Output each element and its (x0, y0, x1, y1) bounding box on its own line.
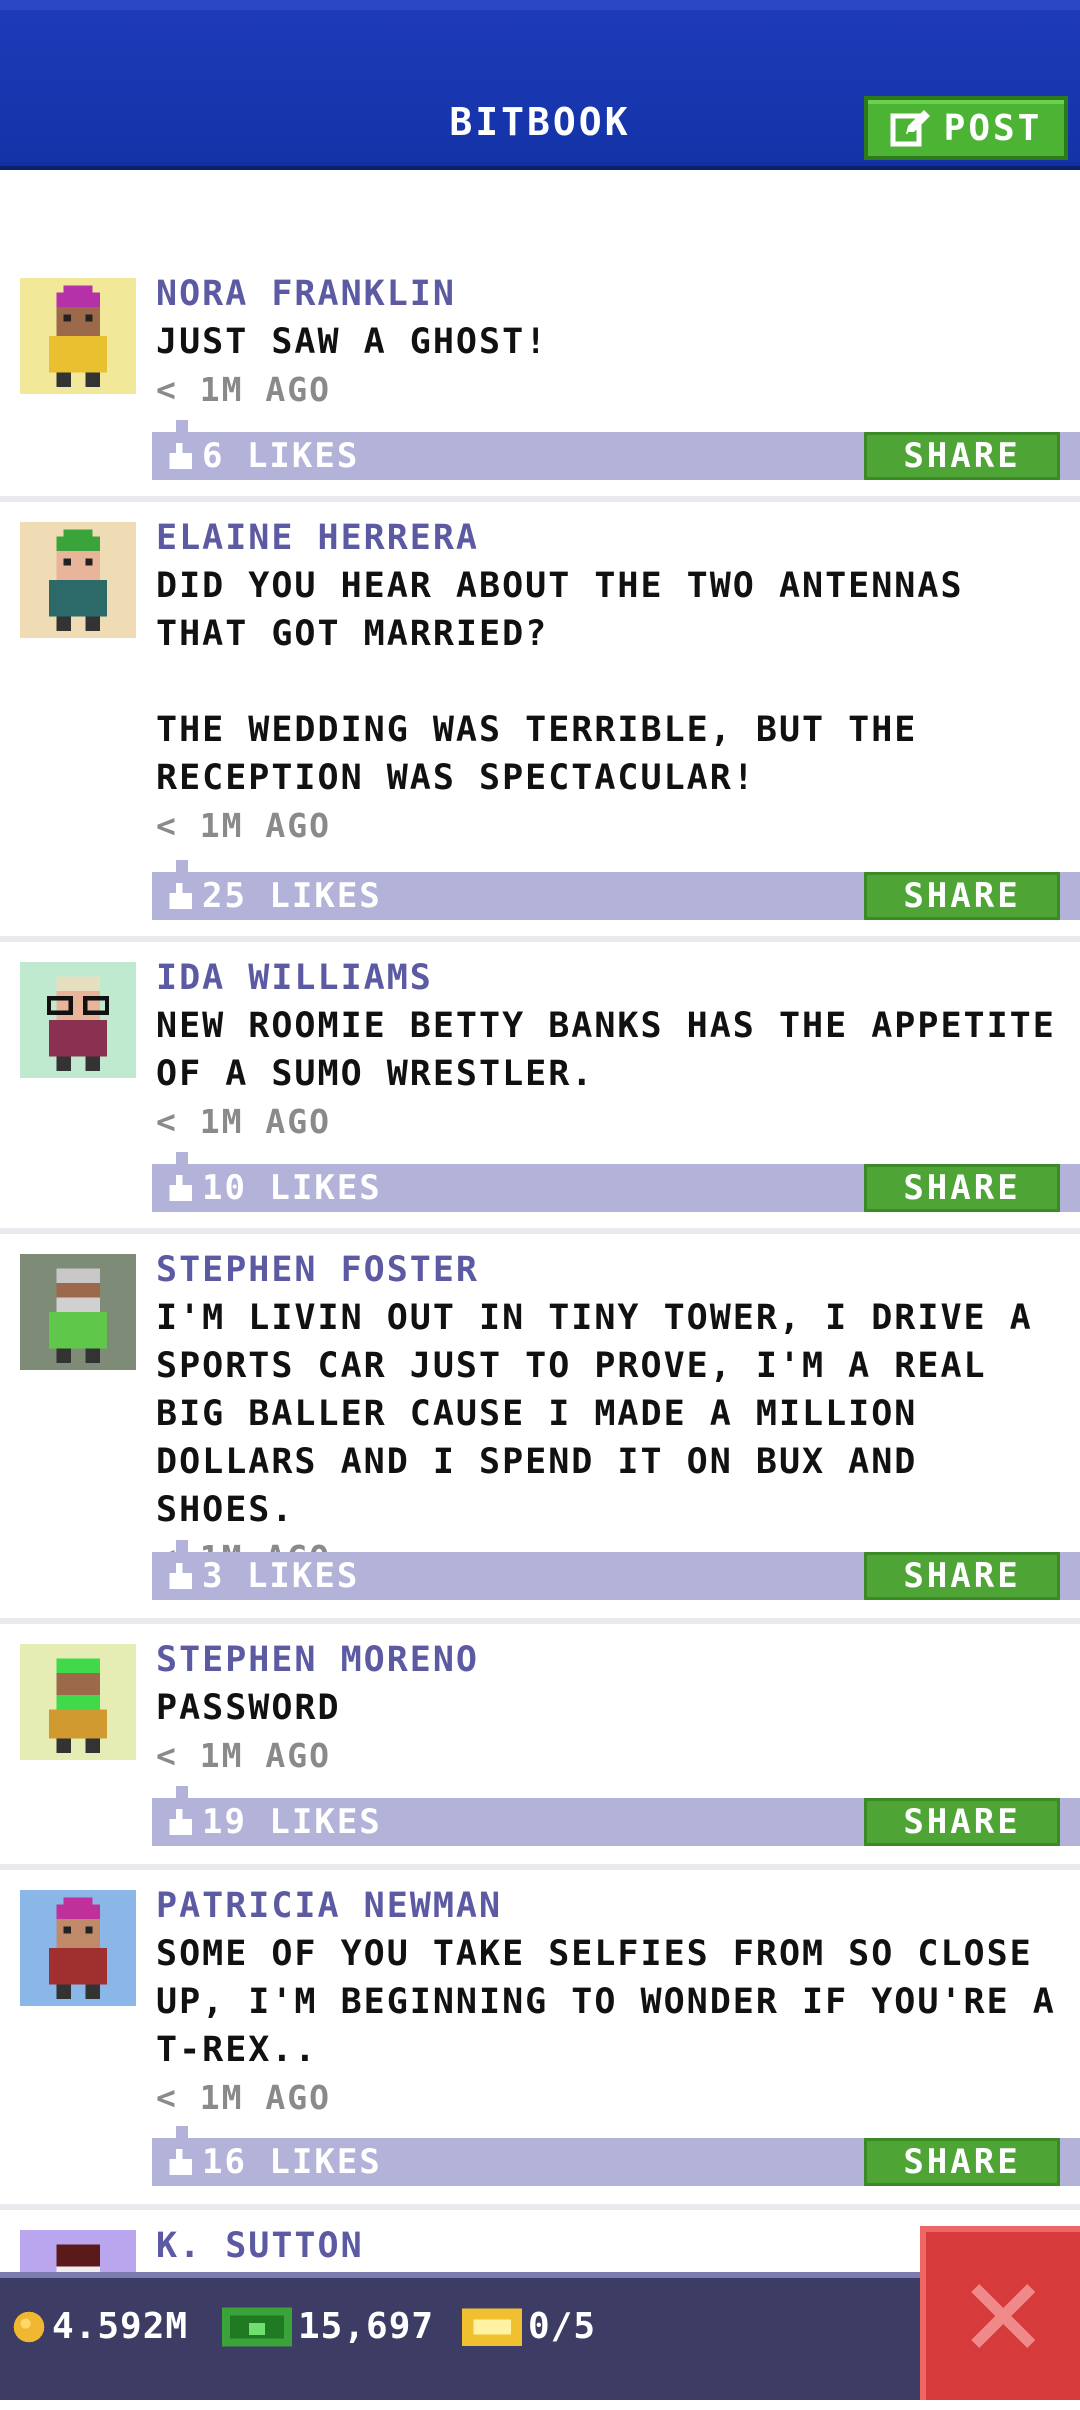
post-item: NORA FRANKLIN JUST SAW A GHOST! < 1M AGO… (0, 174, 1080, 502)
thumbs-up-icon (169, 1809, 192, 1835)
post-message: NEW ROOMIE BETTY BANKS HAS THE APPETITE … (156, 1006, 1079, 1094)
likes-count: 6 LIKES (166, 432, 359, 480)
thumbs-up-icon (169, 2149, 192, 2175)
post-time: < 1M AGO (156, 1736, 331, 1775)
avatar (20, 1644, 136, 1760)
thumbs-up-icon (169, 443, 192, 469)
likes-bar: 3 LIKES SHARE (152, 1540, 1080, 1600)
share-button[interactable]: SHARE (864, 1798, 1060, 1846)
tickets-value: 0/5 (528, 2306, 597, 2347)
bux-stat: 15,697 (222, 2306, 434, 2347)
likes-bar: 16 LIKES SHARE (152, 2126, 1080, 2186)
post-author: STEPHEN FOSTER (156, 1250, 480, 1290)
coins-stat: 4.592M (12, 2306, 188, 2347)
post-time: < 1M AGO (156, 2078, 331, 2117)
share-button[interactable]: SHARE (864, 1552, 1060, 1600)
avatar (20, 1890, 136, 2006)
likes-bar: 25 LIKES SHARE (152, 860, 1080, 920)
avatar (20, 1254, 136, 1370)
close-button[interactable] (920, 2226, 1080, 2400)
likes-count: 25 LIKES (166, 872, 382, 920)
likes-bar: 19 LIKES SHARE (152, 1786, 1080, 1846)
share-button[interactable]: SHARE (864, 2138, 1060, 2186)
post-author: NORA FRANKLIN (156, 274, 456, 314)
avatar (20, 278, 136, 394)
post-message: I'M LIVIN OUT IN TINY TOWER, I DRIVE A S… (156, 1298, 1056, 1530)
post-message: SOME OF YOU TAKE SELFIES FROM SO CLOSE U… (156, 1934, 1079, 2070)
post-button-label: POST (943, 107, 1043, 149)
post-message: PASSWORD (156, 1688, 341, 1728)
post-author: ELAINE HERRERA (156, 518, 480, 558)
likes-bar: 10 LIKES SHARE (152, 1152, 1080, 1212)
edit-icon (890, 110, 930, 147)
post-item: STEPHEN MORENO PASSWORD < 1M AGO 19 LIKE… (0, 1624, 1080, 1870)
bux-value: 15,697 (298, 2306, 435, 2347)
close-icon (971, 2284, 1035, 2348)
post-time: < 1M AGO (156, 1102, 331, 1141)
app-header: BITBOOK POST (0, 0, 1080, 170)
post-button[interactable]: POST (864, 96, 1068, 160)
post-item: ELAINE HERRERA DID YOU HEAR ABOUT THE TW… (0, 502, 1080, 942)
likes-bar: 6 LIKES SHARE (152, 420, 1080, 480)
post-author: IDA WILLIAMS (156, 958, 433, 998)
ticket-icon (462, 2307, 522, 2346)
post-message: DID YOU HEAR ABOUT THE TWO ANTENNAS THAT… (156, 566, 964, 798)
feed-list[interactable]: NORA FRANKLIN JUST SAW A GHOST! < 1M AGO… (0, 174, 1080, 2410)
thumbs-up-icon (169, 883, 192, 909)
avatar (20, 962, 136, 1078)
status-bar: 4.592M 15,697 0/5 (0, 2272, 1080, 2400)
avatar (20, 522, 136, 638)
post-message: JUST SAW A GHOST! (156, 322, 549, 362)
share-button[interactable]: SHARE (864, 872, 1060, 920)
share-button[interactable]: SHARE (864, 432, 1060, 480)
post-time: < 1M AGO (156, 370, 331, 409)
likes-count: 16 LIKES (166, 2138, 382, 2186)
likes-count: 3 LIKES (166, 1552, 359, 1600)
coin-icon (13, 2311, 45, 2342)
post-author: PATRICIA NEWMAN (156, 1886, 503, 1926)
coins-value: 4.592M (52, 2306, 189, 2347)
post-author: STEPHEN MORENO (156, 1640, 480, 1680)
post-item: STEPHEN FOSTER I'M LIVIN OUT IN TINY TOW… (0, 1234, 1080, 1624)
thumbs-up-icon (169, 1175, 192, 1201)
bux-icon (222, 2307, 292, 2346)
tickets-stat: 0/5 (462, 2306, 596, 2347)
likes-count: 10 LIKES (166, 1164, 382, 1212)
likes-count: 19 LIKES (166, 1798, 382, 1846)
post-time: < 1M AGO (156, 806, 331, 845)
post-item: IDA WILLIAMS NEW ROOMIE BETTY BANKS HAS … (0, 942, 1080, 1234)
share-button[interactable]: SHARE (864, 1164, 1060, 1212)
post-item: PATRICIA NEWMAN SOME OF YOU TAKE SELFIES… (0, 1870, 1080, 2210)
thumbs-up-icon (169, 1563, 192, 1589)
